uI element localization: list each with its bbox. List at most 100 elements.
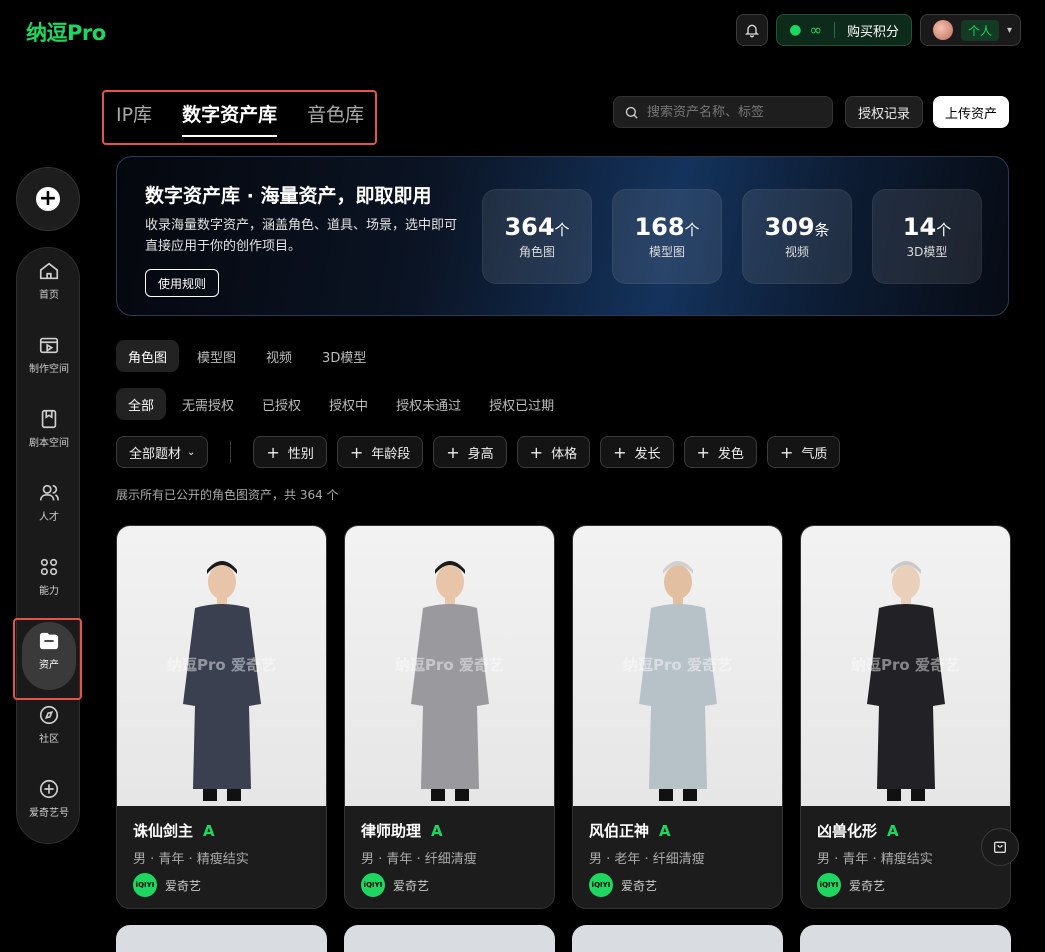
owner-name: 爱奇艺	[849, 878, 886, 893]
asset-card[interactable]	[572, 925, 783, 952]
character-tags: 男 · 青年 · 精瘦结实	[817, 852, 933, 867]
iqiyi-logo-icon: iQIYI	[133, 873, 157, 897]
stat-card: 309条 视频	[742, 189, 852, 284]
filter-age[interactable]: + 年龄段	[336, 436, 424, 468]
watermark: 纳逗Pro 爱奇艺	[167, 656, 276, 674]
sidebar-item-talent[interactable]: 人才	[17, 472, 81, 532]
sidebar-item-script[interactable]: 剧本空间	[17, 398, 81, 458]
people-icon	[39, 484, 59, 500]
tab-auth-rejected[interactable]: 授权未通过	[384, 388, 473, 420]
character-name: 诛仙剑主	[133, 822, 194, 840]
character-image: 纳逗Pro 爱奇艺	[117, 526, 326, 806]
plus-icon: +	[696, 442, 710, 462]
asset-card[interactable]: 纳逗Pro 爱奇艺 律师助理 A 男 · 青年 · 纤细清瘦 iQIYI 爱奇艺	[344, 525, 555, 909]
character-figure	[866, 561, 945, 801]
chevron-down-icon: ⌄	[187, 446, 196, 458]
divider	[230, 441, 232, 463]
filter-gender[interactable]: + 性别	[253, 436, 327, 468]
stat-unit: 个	[936, 221, 952, 239]
points-panel[interactable]: ● ∞ 购买积分	[776, 14, 912, 46]
filter-build[interactable]: + 体格	[516, 436, 591, 468]
plus-icon: +	[36, 187, 60, 211]
filter-label: 身高	[467, 446, 494, 462]
filter-hair-color[interactable]: + 发色	[683, 436, 757, 468]
sidebar-item-label: 人才	[39, 511, 59, 523]
hero-banner: 数字资产库 · 海量资产，即取即用 收录海量数字资产，涵盖角色、道具、场景，选中…	[116, 156, 1009, 316]
plus-icon: +	[266, 442, 280, 462]
tab-no-auth-needed[interactable]: 无需授权	[170, 388, 246, 420]
tab-3d-model[interactable]: 3D模型	[310, 340, 378, 372]
tab-model[interactable]: 模型图	[185, 340, 248, 372]
sidebar-item-iqiyi[interactable]: 爱奇艺号	[17, 768, 81, 828]
usage-rules-button[interactable]: 使用规则	[145, 269, 220, 297]
plus-circle-icon	[39, 779, 59, 798]
sidebar-item-label: 制作空间	[29, 363, 69, 375]
stat-label: 模型图	[648, 245, 685, 259]
filter-label: 气质	[801, 446, 828, 462]
character-image: 纳逗Pro 爱奇艺	[573, 526, 782, 806]
theme-dropdown[interactable]: 全部题材 ⌄	[116, 436, 209, 468]
filter-hair-length[interactable]: + 发长	[600, 436, 674, 468]
stat-number: 14	[902, 213, 937, 241]
divider	[833, 22, 835, 38]
search-icon	[625, 106, 638, 119]
home-icon	[39, 262, 59, 279]
sidebar: 首页 制作空间 剧本空间 人才 能力 资产 社区 爱奇艺号	[16, 247, 80, 844]
filter-height[interactable]: + 身高	[433, 436, 507, 468]
stat-unit: 个	[554, 221, 570, 239]
stat-label: 视频	[784, 245, 809, 259]
notification-button[interactable]	[736, 14, 769, 46]
watermark: 纳逗Pro 爱奇艺	[851, 656, 960, 674]
tab-auth-expired[interactable]: 授权已过期	[477, 388, 566, 420]
tab-all[interactable]: 全部	[116, 388, 167, 420]
stat-label: 角色图	[518, 245, 555, 259]
plus-icon: +	[446, 442, 460, 462]
sidebar-item-studio[interactable]: 制作空间	[17, 324, 81, 384]
stat-number: 168	[634, 213, 685, 241]
character-tags: 男 · 青年 · 精瘦结实	[133, 852, 249, 867]
filter-label: 发长	[634, 446, 661, 462]
grade-badge: A	[431, 821, 443, 840]
plus-icon: +	[349, 442, 364, 462]
asset-card[interactable]	[344, 925, 555, 952]
sidebar-item-label: 爱奇艺号	[29, 807, 69, 819]
buy-points-button[interactable]: 购买积分	[847, 21, 899, 40]
upload-asset-button[interactable]: 上传资产	[933, 96, 1010, 128]
character-image: 纳逗Pro 爱奇艺	[801, 526, 1010, 806]
asset-card[interactable]: 纳逗Pro 爱奇艺 诛仙剑主 A 男 · 青年 · 精瘦结实 iQIYI 爱奇艺	[116, 525, 327, 909]
user-menu[interactable]: 个人 ▾	[919, 14, 1021, 46]
tab-authorizing[interactable]: 授权中	[317, 388, 380, 420]
plus-icon: +	[529, 442, 544, 462]
app-logo[interactable]: 纳逗Pro	[26, 17, 106, 47]
tab-character[interactable]: 角色图	[116, 340, 180, 372]
sidebar-item-ability[interactable]: 能力	[17, 546, 81, 606]
auth-status-tabs: 全部 无需授权 已授权 授权中 授权未通过 授权已过期	[116, 388, 566, 420]
plus-icon: +	[779, 442, 794, 462]
cart-button[interactable]	[981, 828, 1019, 866]
auth-records-button[interactable]: 授权记录	[845, 96, 924, 128]
filter-label: 年龄段	[371, 446, 411, 462]
asset-card[interactable]	[116, 925, 327, 952]
create-button[interactable]: +	[16, 167, 80, 231]
stat-unit: 条	[814, 221, 830, 239]
stat-card: 14个 3D模型	[872, 189, 982, 284]
sidebar-item-community[interactable]: 社区	[17, 694, 81, 754]
asset-card[interactable]	[800, 925, 1011, 952]
grade-badge: A	[887, 821, 899, 840]
tab-authorized[interactable]: 已授权	[250, 388, 313, 420]
tab-video[interactable]: 视频	[254, 340, 304, 372]
owner-info: iQIYI 爱奇艺	[133, 873, 201, 897]
sidebar-item-home[interactable]: 首页	[17, 250, 81, 310]
asset-card[interactable]: 纳逗Pro 爱奇艺 风伯正神 A 男 · 老年 · 纤细清瘦 iQIYI 爱奇艺	[572, 525, 783, 909]
theme-dropdown-label: 全部题材	[129, 446, 182, 462]
asset-card[interactable]: 纳逗Pro 爱奇艺 凶兽化形 A 男 · 青年 · 精瘦结实 iQIYI 爱奇艺	[800, 525, 1011, 909]
filter-temperament[interactable]: + 气质	[766, 436, 841, 468]
character-image: 纳逗Pro 爱奇艺	[345, 526, 554, 806]
grade-badge: A	[203, 821, 215, 840]
search-input[interactable]	[647, 104, 817, 120]
chevron-down-icon: ▾	[1006, 24, 1012, 36]
filter-bar: 全部题材 ⌄ + 性别 + 年龄段 + 身高 + 体格 + 发长 + 发色 + 气质	[116, 436, 841, 468]
owner-info: iQIYI 爱奇艺	[589, 873, 657, 897]
plus-icon: +	[613, 442, 627, 462]
filter-label: 体格	[551, 446, 578, 462]
